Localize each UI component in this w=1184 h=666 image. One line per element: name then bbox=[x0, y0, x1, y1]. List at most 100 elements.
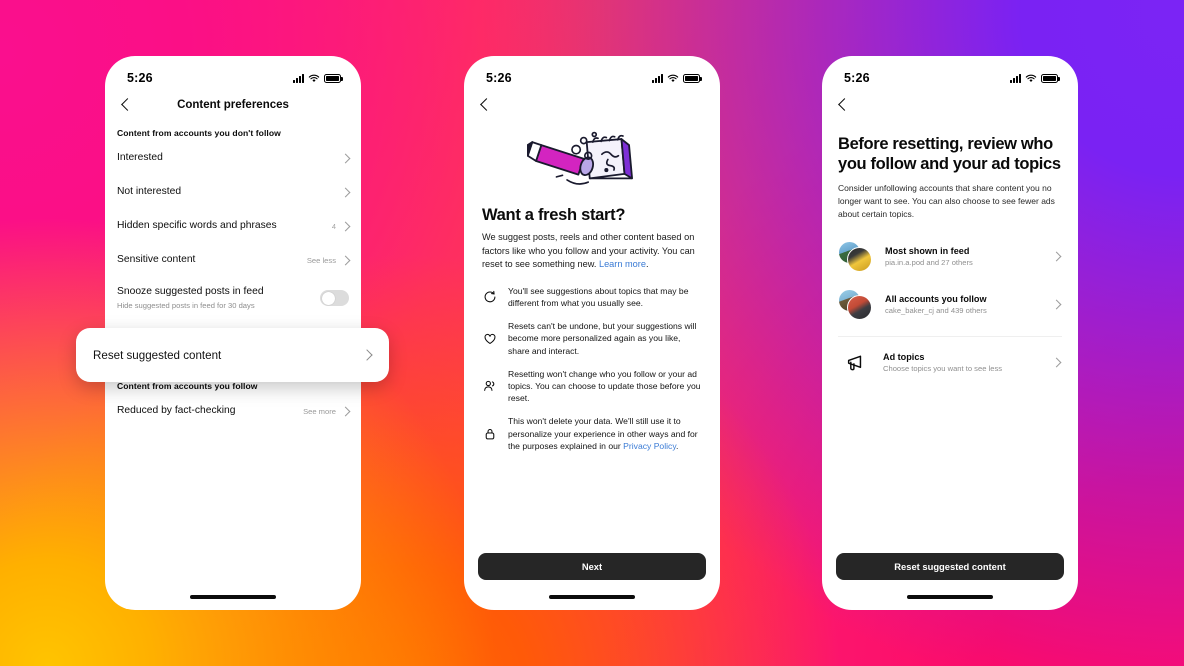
bullet-item: Resets can't be undone, but your suggest… bbox=[482, 320, 702, 357]
page-title: Content preferences bbox=[177, 99, 289, 111]
status-time: 5:26 bbox=[844, 71, 870, 85]
item-title: All accounts you follow bbox=[885, 294, 987, 304]
bullet-text: Resets can't be undone, but your suggest… bbox=[508, 321, 697, 356]
row-meta: See less bbox=[306, 255, 336, 265]
nav-bar bbox=[822, 90, 1078, 120]
wifi-icon bbox=[308, 74, 320, 82]
wifi-icon bbox=[667, 74, 679, 82]
bullet-text: This won't delete your data. We'll still… bbox=[508, 415, 702, 452]
avatar bbox=[847, 294, 872, 320]
pencil-eraser-notebook-illustration bbox=[482, 120, 702, 200]
item-subtitle: cake_baker_cj and 439 others bbox=[885, 306, 987, 315]
avatar-stack bbox=[838, 240, 874, 273]
learn-more-link[interactable]: Learn more bbox=[599, 259, 646, 269]
battery-icon bbox=[324, 73, 343, 83]
next-button[interactable]: Next bbox=[478, 553, 706, 580]
bullet-text: You'll see suggestions about topics that… bbox=[508, 285, 689, 309]
row-label: Interested bbox=[117, 151, 163, 163]
item-title: Most shown in feed bbox=[885, 246, 970, 256]
chevron-right-icon bbox=[340, 221, 351, 231]
status-icons bbox=[652, 73, 702, 83]
bullet-item: This won't delete your data. We'll still… bbox=[482, 415, 702, 452]
toggle-knob bbox=[321, 291, 335, 305]
chevron-right-icon bbox=[1051, 251, 1062, 262]
phone-review-before-reset: 5:26 Before resetting, review who you fo… bbox=[822, 56, 1078, 610]
item-subtitle: pia.in.a.pod and 27 others bbox=[885, 258, 973, 267]
divider bbox=[838, 335, 1062, 337]
status-time: 5:26 bbox=[127, 71, 153, 85]
home-indicator bbox=[549, 595, 635, 599]
list-item-reduced-by-fact-checking[interactable]: Reduced by fact-checking See more bbox=[105, 394, 361, 428]
cellular-icon bbox=[1010, 73, 1021, 83]
refresh-icon bbox=[482, 290, 498, 304]
home-indicator bbox=[190, 595, 276, 599]
status-icons bbox=[293, 73, 343, 83]
wifi-icon bbox=[1025, 74, 1037, 82]
chevron-right-icon bbox=[340, 406, 351, 417]
chevron-right-icon bbox=[1051, 299, 1062, 310]
status-icons bbox=[1010, 73, 1060, 83]
row-sublabel: Hide suggested posts in feed for 30 days bbox=[117, 300, 255, 310]
back-icon[interactable] bbox=[478, 97, 494, 113]
intro-paragraph-text: We suggest posts, reels and other conten… bbox=[482, 232, 695, 270]
list-item-not-interested[interactable]: Not interested bbox=[105, 175, 361, 209]
phone-fresh-start: 5:26 Want a fresh start? We suggest post… bbox=[464, 56, 720, 610]
list-item-ad-topics[interactable]: Ad topics Choose topics you want to see … bbox=[838, 339, 1062, 387]
intro-paragraph: We suggest posts, reels and other conten… bbox=[482, 231, 702, 272]
heart-icon bbox=[482, 332, 498, 346]
list-item-hidden-words[interactable]: Hidden specific words and phrases 4 bbox=[105, 209, 361, 243]
row-label: Not interested bbox=[117, 185, 182, 197]
chevron-right-icon bbox=[1051, 357, 1062, 368]
item-subtitle: Choose topics you want to see less bbox=[883, 364, 1003, 373]
row-label: Snooze suggested posts in feed bbox=[117, 286, 264, 297]
reset-suggested-content-button[interactable]: Reset suggested content bbox=[836, 553, 1064, 580]
intro-paragraph-end: . bbox=[645, 259, 649, 270]
row-label: Sensitive content bbox=[117, 253, 196, 265]
avatar bbox=[847, 246, 872, 272]
highlight-card-label: Reset suggested content bbox=[93, 348, 222, 362]
list-item-all-accounts-you-follow[interactable]: All accounts you follow cake_baker_cj an… bbox=[838, 281, 1062, 329]
row-count: 4 bbox=[331, 221, 336, 231]
bullet-item: Resetting won't change who you follow or… bbox=[482, 368, 702, 405]
back-icon[interactable] bbox=[836, 97, 852, 113]
megaphone-icon bbox=[838, 347, 872, 379]
chevron-right-icon bbox=[340, 153, 351, 163]
highlight-card-reset-suggested-content[interactable]: Reset suggested content bbox=[76, 328, 389, 382]
list-item-snooze-suggested-posts[interactable]: Snooze suggested posts in feed Hide sugg… bbox=[105, 277, 361, 319]
chevron-right-icon bbox=[340, 255, 351, 265]
section-header-dont-follow: Content from accounts you don't follow bbox=[117, 128, 281, 138]
chevron-right-icon bbox=[340, 187, 351, 197]
heading: Want a fresh start? bbox=[482, 206, 626, 224]
item-title: Ad topics bbox=[883, 352, 925, 362]
status-bar: 5:26 bbox=[464, 56, 720, 90]
avatar-stack bbox=[838, 288, 874, 321]
cellular-icon bbox=[293, 73, 304, 83]
chevron-right-icon bbox=[361, 349, 373, 361]
privacy-policy-link[interactable]: Privacy Policy bbox=[623, 441, 676, 451]
heading: Before resetting, review who you follow … bbox=[838, 135, 1061, 174]
lock-icon bbox=[482, 427, 498, 441]
snooze-toggle[interactable] bbox=[320, 290, 349, 307]
home-indicator bbox=[907, 595, 993, 599]
nav-bar bbox=[464, 90, 720, 120]
wallpaper-stage: 5:26 Content preferences Content from ac… bbox=[0, 0, 1184, 666]
info-bullet-list: You'll see suggestions about topics that… bbox=[482, 285, 702, 452]
row-meta: See more bbox=[303, 406, 336, 416]
intro-paragraph: Consider unfollowing accounts that share… bbox=[838, 183, 1055, 219]
list-item-sensitive-content[interactable]: Sensitive content See less bbox=[105, 243, 361, 277]
cta-container: Next bbox=[464, 553, 720, 580]
battery-icon bbox=[1041, 73, 1060, 83]
bullet-text-end: . bbox=[676, 440, 679, 451]
bullet-text: Resetting won't change who you follow or… bbox=[508, 368, 701, 404]
battery-icon bbox=[683, 73, 702, 83]
row-label: Reduced by fact-checking bbox=[117, 404, 236, 416]
list-item-most-shown-in-feed[interactable]: Most shown in feed pia.in.a.pod and 27 o… bbox=[838, 233, 1062, 281]
nav-bar: Content preferences bbox=[105, 90, 361, 120]
cellular-icon bbox=[652, 73, 663, 83]
people-icon bbox=[482, 379, 498, 393]
row-label: Hidden specific words and phrases bbox=[117, 219, 277, 231]
status-bar: 5:26 bbox=[105, 56, 361, 90]
status-time: 5:26 bbox=[486, 71, 512, 85]
list-item-interested[interactable]: Interested bbox=[105, 141, 361, 175]
cta-container: Reset suggested content bbox=[822, 553, 1078, 580]
